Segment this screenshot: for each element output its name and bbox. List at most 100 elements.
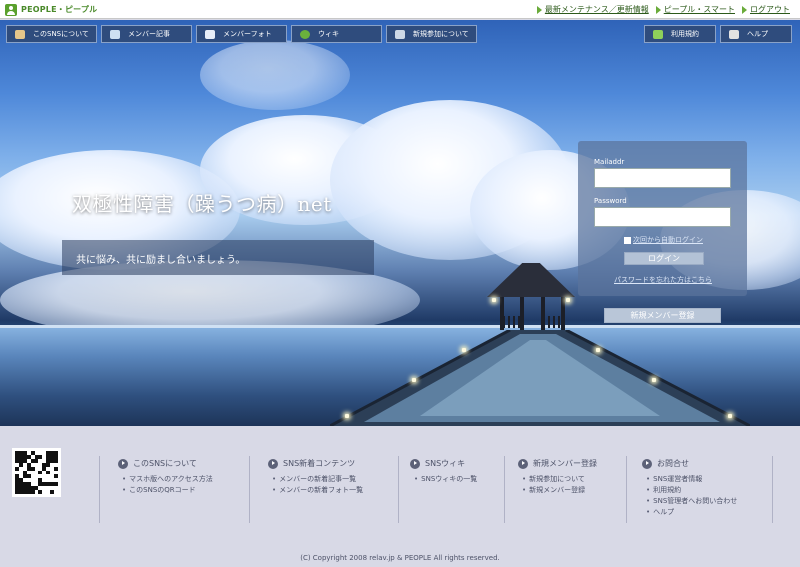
arrow-right-icon: [742, 5, 747, 14]
nav-terms[interactable]: 利用規約: [644, 25, 716, 43]
footer-heading[interactable]: SNSウィキ: [410, 458, 477, 469]
logout-link-label: ログアウト: [750, 5, 790, 14]
remember-login[interactable]: 次回から自動ログイン: [624, 235, 703, 245]
globe-icon: [300, 29, 310, 39]
footer-link[interactable]: SNS管理者へお問い合わせ: [646, 496, 737, 507]
footer-divider: [398, 456, 399, 523]
footer-heading[interactable]: 新規メンバー登録: [518, 458, 597, 469]
people-smart-link[interactable]: ピープル・スマート: [655, 4, 735, 15]
mail-input[interactable]: [594, 168, 731, 188]
footer-link[interactable]: メンバーの新着フォト一覧: [272, 485, 363, 496]
footer-heading-label: SNSウィキ: [425, 459, 466, 468]
person-icon: [5, 3, 17, 16]
remember-checkbox[interactable]: [624, 236, 631, 244]
arrow-right-icon: [655, 5, 661, 14]
password-label: Password: [594, 197, 627, 205]
footer-link[interactable]: メンバーの新着記事一覧: [272, 474, 363, 485]
footer-col-new-content: SNS新着コンテンツ メンバーの新着記事一覧 メンバーの新着フォト一覧: [268, 458, 363, 496]
footer-divider: [99, 456, 100, 523]
pier-post: [561, 297, 565, 330]
remember-label: 次回から自動ログイン: [633, 236, 703, 244]
footer-divider: [249, 456, 250, 523]
footer-divider: [504, 456, 505, 523]
horizon-line: [0, 325, 800, 328]
lamp-light: [728, 414, 732, 418]
nav-about-sns[interactable]: このSNSについて: [6, 25, 97, 43]
play-circle-icon: [410, 458, 420, 469]
lamp-light: [412, 378, 416, 382]
user-icon: [15, 29, 25, 39]
tools-icon: [729, 29, 739, 39]
lamp-light: [462, 348, 466, 352]
brand-name: PEOPLE・ピープル: [21, 5, 98, 14]
forgot-password-link[interactable]: パスワードを忘れた方はこちら: [614, 275, 712, 285]
play-circle-icon: [268, 458, 278, 469]
nav-member-photos-label: メンバーフォト: [223, 30, 272, 38]
footer-divider: [626, 456, 627, 523]
maintenance-link-label: 最新メンテナンス／更新情報: [544, 5, 649, 14]
nav-new-join-label: 新規参加について: [413, 30, 469, 38]
footer-divider: [772, 456, 773, 523]
leaf-icon: [653, 29, 663, 39]
lamp-light: [596, 348, 600, 352]
register-button[interactable]: 新規メンバー登録: [604, 308, 721, 323]
footer-heading[interactable]: SNS新着コンテンツ: [268, 458, 363, 469]
logout-link[interactable]: ログアウト: [742, 4, 790, 15]
brand-logo[interactable]: PEOPLE・ピープル: [5, 3, 97, 16]
mail-label: Mailaddr: [594, 158, 625, 166]
play-circle-icon: [642, 458, 652, 469]
lamp-light: [652, 378, 656, 382]
footer-link[interactable]: 利用規約: [646, 485, 737, 496]
nav-wiki[interactable]: ウィキ: [291, 25, 382, 43]
photo-icon: [205, 29, 215, 39]
cloud-shape: [200, 40, 350, 110]
people-smart-link-label: ピープル・スマート: [663, 5, 735, 14]
footer-link[interactable]: マスホ版へのアクセス方法: [122, 474, 213, 485]
top-bar: PEOPLE・ピープル 最新メンテナンス／更新情報 ピープル・スマート ログアウ…: [0, 0, 800, 19]
pier-illustration: [330, 330, 750, 426]
footer: このSNSについて マスホ版へのアクセス方法 このSNSのQRコード SNS新着…: [0, 426, 800, 567]
play-circle-icon: [118, 458, 128, 469]
pen-icon: [110, 29, 120, 39]
pier-rail: [503, 316, 521, 328]
top-links: 最新メンテナンス／更新情報 ピープル・スマート ログアウト: [536, 4, 790, 15]
nav-help-label: ヘルプ: [747, 30, 768, 38]
nav-terms-label: 利用規約: [671, 30, 699, 38]
arrow-right-icon: [536, 5, 542, 14]
footer-col-about: このSNSについて マスホ版へのアクセス方法 このSNSのQRコード: [118, 458, 213, 496]
qr-code: [12, 448, 61, 497]
footer-heading[interactable]: このSNSについて: [118, 458, 213, 469]
footer-link[interactable]: SNSウィキの一覧: [414, 474, 477, 485]
footer-col-register: 新規メンバー登録 新規参加について 新規メンバー登録: [518, 458, 597, 496]
lamp-light: [345, 414, 349, 418]
site-title: 双極性障害（躁うつ病）net: [72, 192, 332, 216]
pier-rail: [543, 316, 561, 328]
lamp-light: [566, 298, 570, 302]
nav-member-photos[interactable]: メンバーフォト: [196, 25, 287, 43]
tagline: 共に悩み、共に励まし合いましょう。: [76, 255, 246, 266]
nav-member-articles-label: メンバー記事: [128, 30, 170, 38]
footer-heading[interactable]: お問合せ: [642, 458, 737, 469]
login-panel: Mailaddr Password 次回から自動ログイン ログイン パスワードを…: [578, 141, 747, 296]
footer-heading-label: 新規メンバー登録: [533, 459, 597, 468]
footer-link[interactable]: SNS運営者情報: [646, 474, 737, 485]
footer-link[interactable]: 新規参加について: [522, 474, 597, 485]
nav-wiki-label: ウィキ: [318, 30, 339, 38]
footer-link[interactable]: 新規メンバー登録: [522, 485, 597, 496]
nav-new-join[interactable]: 新規参加について: [386, 25, 477, 43]
nav-member-articles[interactable]: メンバー記事: [101, 25, 192, 43]
footer-heading-label: このSNSについて: [133, 459, 197, 468]
footer-link[interactable]: このSNSのQRコード: [122, 485, 213, 496]
nav-help[interactable]: ヘルプ: [720, 25, 792, 43]
group-icon: [395, 29, 405, 39]
footer-col-contact: お問合せ SNS運営者情報 利用規約 SNS管理者へお問い合わせ ヘルプ: [642, 458, 737, 518]
play-circle-icon: [518, 458, 528, 469]
login-button[interactable]: ログイン: [624, 252, 704, 265]
lamp-light: [492, 298, 496, 302]
maintenance-link[interactable]: 最新メンテナンス／更新情報: [536, 4, 649, 15]
footer-link[interactable]: ヘルプ: [646, 507, 737, 518]
nav-about-sns-label: このSNSについて: [33, 30, 89, 38]
password-input[interactable]: [594, 207, 731, 227]
qr-code-pattern: [15, 451, 58, 494]
footer-heading-label: SNS新着コンテンツ: [283, 459, 356, 468]
